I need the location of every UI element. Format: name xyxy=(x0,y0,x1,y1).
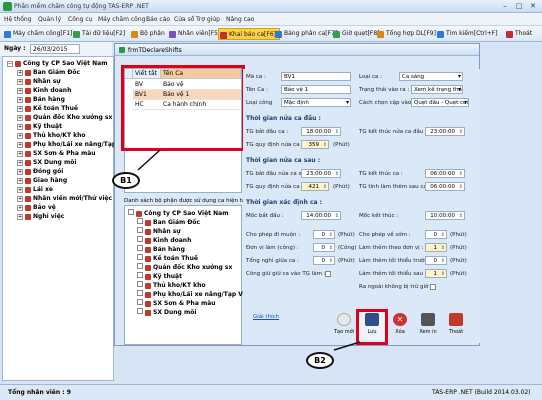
pointer-b2 xyxy=(333,341,361,351)
callout-b2: B2 xyxy=(306,352,334,369)
version-info: TAS-ERP .NET (Build 2014.03.02) xyxy=(432,389,531,396)
callout-b1: B1 xyxy=(112,172,140,189)
employee-count: Tổng nhân viên : 9 xyxy=(8,389,71,396)
callout-pointers xyxy=(137,149,361,351)
pointer-b1 xyxy=(137,149,161,171)
status-bar: Tổng nhân viên : 9 TAS-ERP .NET (Build 2… xyxy=(0,384,542,400)
